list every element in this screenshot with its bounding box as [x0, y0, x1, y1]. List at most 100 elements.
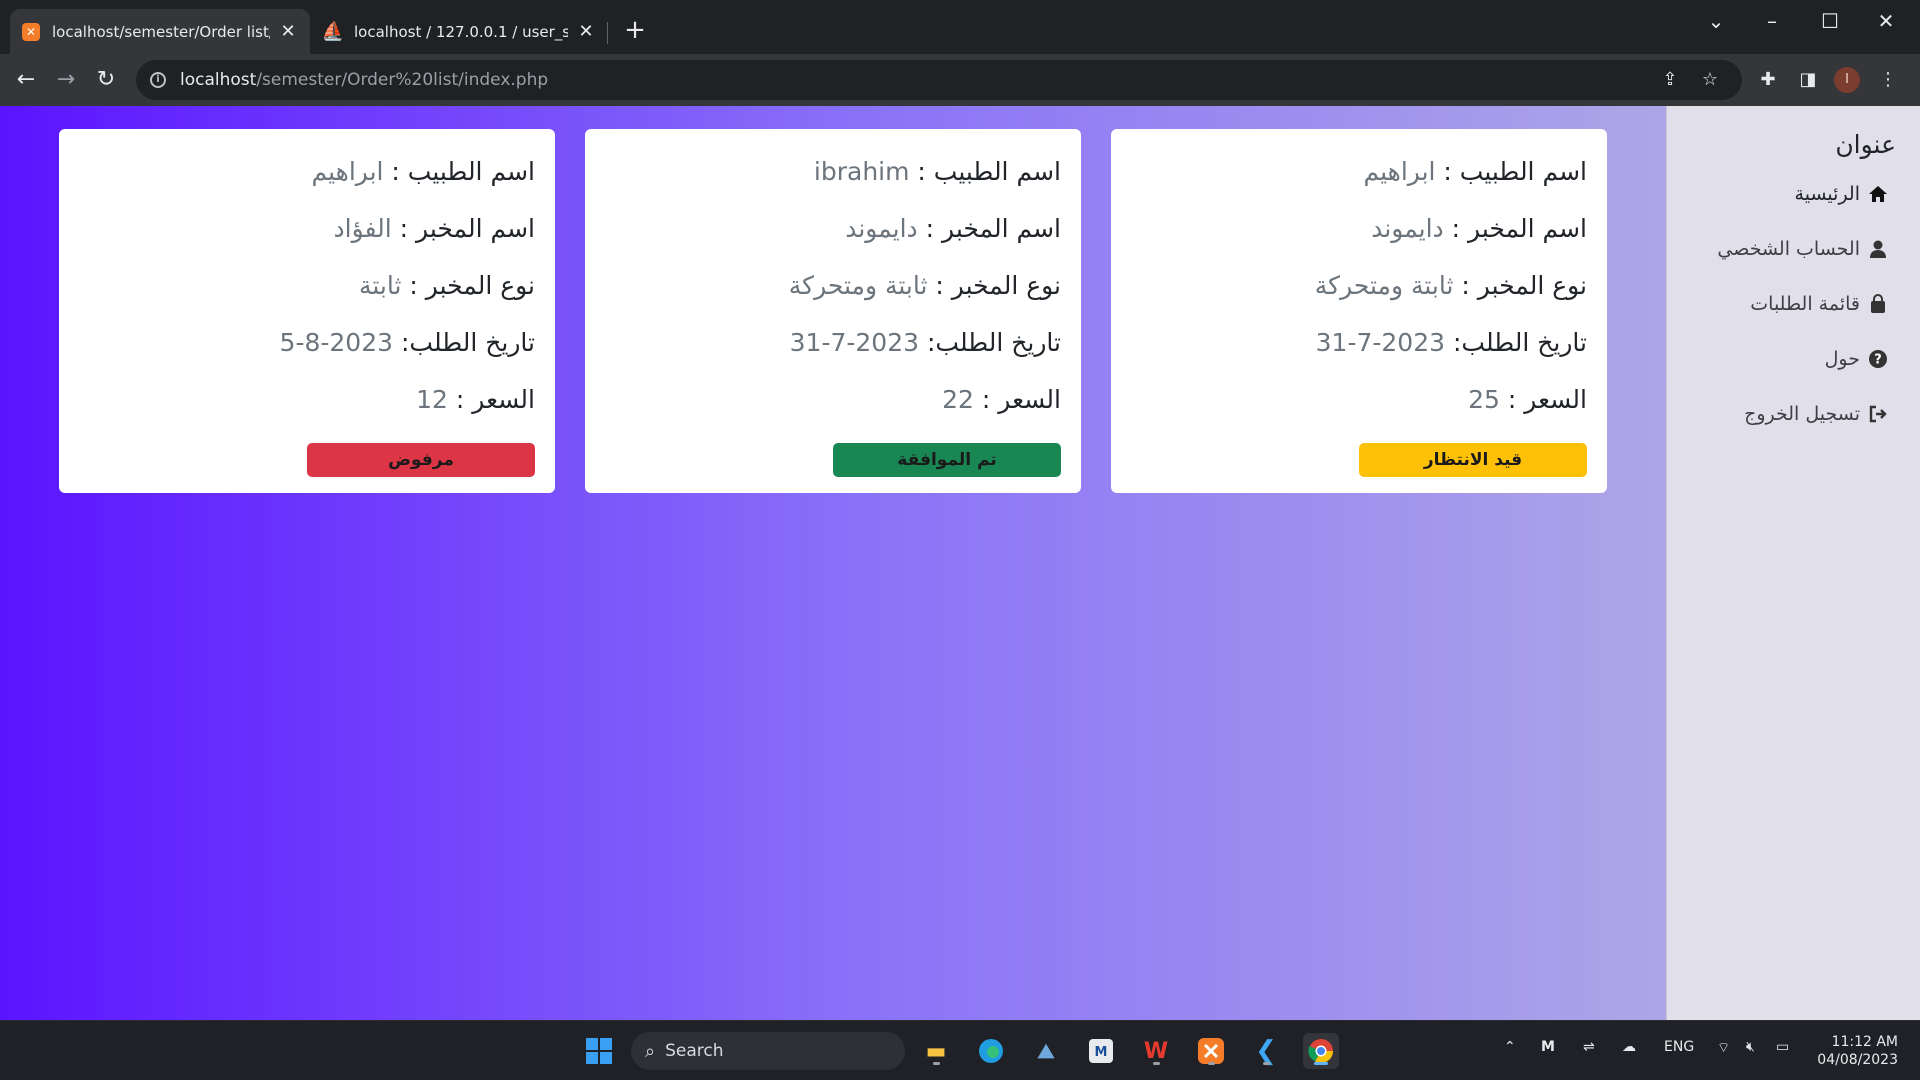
- lab-value: دايموند: [1371, 214, 1444, 243]
- menu-kebab-icon[interactable]: ⋮: [1872, 64, 1904, 96]
- order-card: اسم الطبيب : ابراهيم اسم المخبر : دايمون…: [1111, 129, 1607, 493]
- tray-app-icon[interactable]: M: [1541, 1039, 1555, 1055]
- phpmyadmin-icon: ⛵: [321, 21, 345, 42]
- taskbar-clock[interactable]: 11:12 AM 04/08/2023: [1817, 1033, 1898, 1069]
- taskbar-search[interactable]: ⌕ Search: [631, 1032, 905, 1070]
- lab-type-label: نوع المخبر :: [401, 271, 535, 300]
- language-indicator[interactable]: ENG: [1664, 1039, 1694, 1055]
- monitor-app-icon[interactable]: ⛰: [1028, 1033, 1064, 1069]
- file-explorer-icon[interactable]: ▬: [918, 1033, 954, 1069]
- lab-type-label: نوع المخبر :: [1453, 271, 1587, 300]
- browser-toolbar: ← → ↻ i localhost/semester/Order%20list/…: [0, 54, 1920, 106]
- tab-order-list[interactable]: ✕ localhost/semester/Order list/ind ✕: [10, 9, 310, 54]
- date-label: تاريخ الطلب:: [393, 328, 535, 357]
- extensions-icon[interactable]: ✚: [1752, 64, 1784, 96]
- svg-text:?: ?: [1874, 353, 1882, 368]
- tab-title: localhost/semester/Order list/ind: [52, 22, 270, 41]
- tab-search-icon[interactable]: ⌄: [1688, 6, 1744, 36]
- back-button[interactable]: ←: [10, 64, 42, 96]
- sidebar-item-orders[interactable]: قائمة الطلبات: [1750, 292, 1890, 316]
- reload-button[interactable]: ↻: [90, 64, 122, 96]
- profile-avatar[interactable]: I: [1834, 67, 1860, 93]
- clock-time: 11:12 AM: [1831, 1034, 1898, 1050]
- svg-text:M: M: [1095, 1045, 1108, 1060]
- share-icon[interactable]: ⇪: [1654, 60, 1686, 100]
- lab-row: اسم المخبر : الفؤاد: [79, 214, 536, 271]
- sidebar: عنوان الرئيسية الحساب الشخصي قائمة الطلب…: [1666, 106, 1920, 1020]
- tab-title: localhost / 127.0.0.1 / user_signin: [354, 22, 568, 41]
- close-window-button[interactable]: ✕: [1858, 6, 1914, 36]
- lab-value: الفؤاد: [333, 214, 392, 243]
- tab-phpmyadmin[interactable]: ⛵ localhost / 127.0.0.1 / user_signin ✕: [312, 9, 608, 54]
- close-tab-icon[interactable]: ✕: [576, 21, 596, 42]
- lab-type-row: نوع المخبر : ثابتة ومتحركة: [1131, 271, 1587, 328]
- doctor-row: اسم الطبيب : ibrahim: [605, 157, 1061, 214]
- xampp-icon[interactable]: [1193, 1033, 1229, 1069]
- vscode-icon[interactable]: ❮: [1248, 1033, 1284, 1069]
- tab-strip: ✕ localhost/semester/Order list/ind ✕ ⛵ …: [0, 0, 1920, 54]
- sidebar-item-about[interactable]: ? حول: [1825, 347, 1890, 371]
- price-value: 25: [1468, 385, 1500, 414]
- clock-date: 04/08/2023: [1817, 1052, 1898, 1068]
- search-placeholder: Search: [665, 1041, 724, 1061]
- tray-settings-icon[interactable]: ⇌: [1583, 1039, 1595, 1055]
- lab-row: اسم المخبر : دايموند: [1131, 214, 1587, 271]
- taskbar: ⌕ Search ▬ ⛰ M W ❮ ⌃ M ⇌ ☁ ENG ⌔ 🔇︎ ▭ 11…: [0, 1020, 1920, 1080]
- doctor-label: اسم الطبيب :: [383, 157, 535, 186]
- status-badge: قيد الانتظار: [1359, 443, 1587, 477]
- forward-button[interactable]: →: [50, 64, 82, 96]
- info-icon[interactable]: i: [150, 72, 166, 88]
- maximize-button[interactable]: ☐: [1802, 6, 1858, 36]
- lab-type-value: ثابتة: [358, 271, 402, 300]
- lab-label: اسم المخبر :: [1443, 214, 1587, 243]
- home-icon: [1866, 182, 1890, 206]
- new-tab-button[interactable]: +: [620, 16, 650, 46]
- side-panel-icon[interactable]: ◨: [1792, 64, 1824, 96]
- price-label: السعر :: [447, 385, 535, 414]
- sidebar-item-profile[interactable]: الحساب الشخصي: [1717, 237, 1890, 261]
- battery-icon[interactable]: ▭: [1776, 1039, 1789, 1055]
- tab-separator: [607, 22, 608, 44]
- price-value: 12: [416, 385, 448, 414]
- volume-muted-icon[interactable]: 🔇︎: [1746, 1039, 1755, 1055]
- logout-icon: [1866, 402, 1890, 426]
- windows-start-icon[interactable]: [581, 1033, 617, 1069]
- status-badge: مرفوض: [307, 443, 535, 477]
- lab-type-row: نوع المخبر : ثابتة ومتحركة: [605, 271, 1061, 328]
- bookmark-star-icon[interactable]: ☆: [1694, 60, 1726, 100]
- tray-cloud-icon[interactable]: ☁: [1622, 1039, 1636, 1055]
- url-host: localhost: [180, 70, 257, 90]
- markdown-app-icon[interactable]: M: [1083, 1033, 1119, 1069]
- chrome-icon[interactable]: [1303, 1033, 1339, 1069]
- lab-type-value: ثابتة ومتحركة: [788, 271, 928, 300]
- xampp-icon: ✕: [22, 22, 40, 41]
- date-value: 2023-7-31: [1315, 328, 1446, 357]
- price-row: السعر : 25: [1131, 385, 1587, 442]
- user-icon: [1866, 237, 1890, 261]
- doctor-value: ابراهيم: [1363, 157, 1436, 186]
- order-card: اسم الطبيب : ابراهيم اسم المخبر : الفؤاد…: [59, 129, 555, 493]
- lab-type-row: نوع المخبر : ثابتة: [79, 271, 535, 328]
- address-bar[interactable]: i localhost/semester/Order%20list/index.…: [136, 60, 1742, 100]
- minimize-button[interactable]: –: [1744, 6, 1800, 36]
- status-badge: تم الموافقة: [833, 443, 1061, 477]
- close-tab-icon[interactable]: ✕: [278, 21, 298, 42]
- edge-icon[interactable]: [973, 1033, 1009, 1069]
- price-value: 22: [942, 385, 974, 414]
- sidebar-item-home[interactable]: الرئيسية: [1795, 182, 1890, 206]
- sidebar-item-label: تسجيل الخروج: [1744, 403, 1860, 425]
- url-path: /semester/Order%20list/index.php: [256, 70, 549, 90]
- date-value: 2023-8-5: [279, 328, 394, 357]
- lab-value: دايموند: [845, 214, 918, 243]
- sidebar-item-logout[interactable]: تسجيل الخروج: [1744, 402, 1890, 426]
- wps-office-icon[interactable]: W: [1138, 1033, 1174, 1069]
- wifi-icon[interactable]: ⌔: [1717, 1039, 1730, 1057]
- date-row: تاريخ الطلب: 2023-7-31: [1131, 328, 1587, 385]
- lab-type-value: ثابتة ومتحركة: [1314, 271, 1454, 300]
- doctor-label: اسم الطبيب :: [1435, 157, 1587, 186]
- search-icon: ⌕: [645, 1040, 656, 1062]
- price-row: السعر : 12: [79, 385, 535, 442]
- sidebar-item-label: حول: [1824, 348, 1860, 370]
- lab-label: اسم المخبر :: [917, 214, 1061, 243]
- tray-chevron-icon[interactable]: ⌃: [1504, 1039, 1516, 1055]
